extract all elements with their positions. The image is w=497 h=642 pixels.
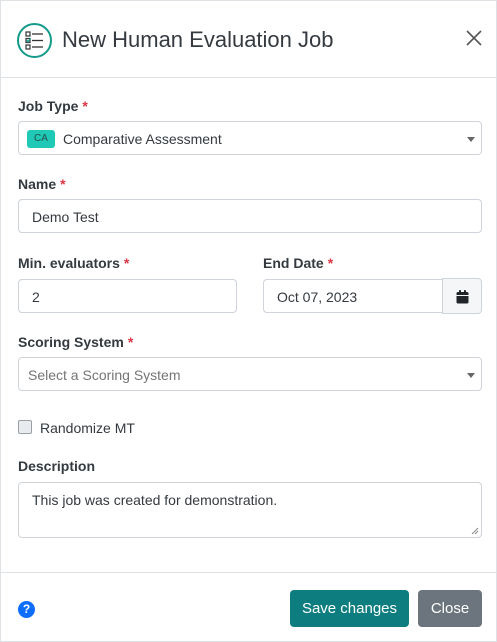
modal-title: New Human Evaluation Job [62,27,334,52]
required-marker: * [327,255,334,271]
scoring-system-placeholder: Select a Scoring System [28,367,181,383]
resize-handle-icon[interactable] [471,527,479,535]
scoring-system-select[interactable]: Select a Scoring System [18,357,482,391]
job-type-select[interactable]: CA Comparative Assessment [18,121,482,155]
checklist-icon [17,23,52,58]
description-textarea[interactable]: This job was created for demonstration. [18,482,482,538]
min-evaluators-label-text: Min. evaluators [18,255,120,271]
min-evaluators-field[interactable]: 2 [18,279,237,313]
chevron-down-icon [467,373,475,378]
close-button[interactable]: Close [418,590,482,627]
end-date-label-text: End Date [263,255,324,271]
chevron-down-icon [467,137,475,142]
end-date-label: End Date * [263,255,333,271]
calendar-button[interactable] [442,278,482,314]
description-label: Description [18,458,96,474]
end-date-field[interactable]: Oct 07, 2023 [263,279,443,313]
end-date-value: Oct 07, 2023 [277,289,358,305]
required-marker: * [60,176,66,192]
required-marker: * [127,334,134,350]
name-label-text: Name [18,176,57,192]
randomize-mt-checkbox[interactable] [18,420,32,434]
save-changes-button[interactable]: Save changes [290,590,409,627]
close-icon[interactable] [464,28,484,48]
name-value: Demo Test [32,209,99,225]
job-type-label: Job Type * [18,98,88,114]
randomize-mt-label: Randomize MT [40,420,135,436]
scoring-system-label-text: Scoring System [18,334,124,350]
job-type-label-text: Job Type [18,98,79,114]
job-type-value: Comparative Assessment [63,131,222,147]
modal-header: New Human Evaluation Job [1,1,496,78]
calendar-icon [456,290,469,304]
name-label: Name * [18,176,66,192]
question-circle-icon[interactable]: ? [18,601,35,618]
job-type-badge: CA [27,130,55,148]
description-value: This job was created for demonstration. [32,492,278,508]
name-field[interactable]: Demo Test [18,199,482,233]
min-evaluators-value: 2 [32,289,40,305]
scoring-system-label: Scoring System * [18,334,133,350]
min-evaluators-label: Min. evaluators * [18,255,129,271]
modal-dialog: New Human Evaluation Job Job Type * CA Co… [0,0,497,642]
required-marker: * [82,98,88,114]
required-marker: * [123,255,130,271]
